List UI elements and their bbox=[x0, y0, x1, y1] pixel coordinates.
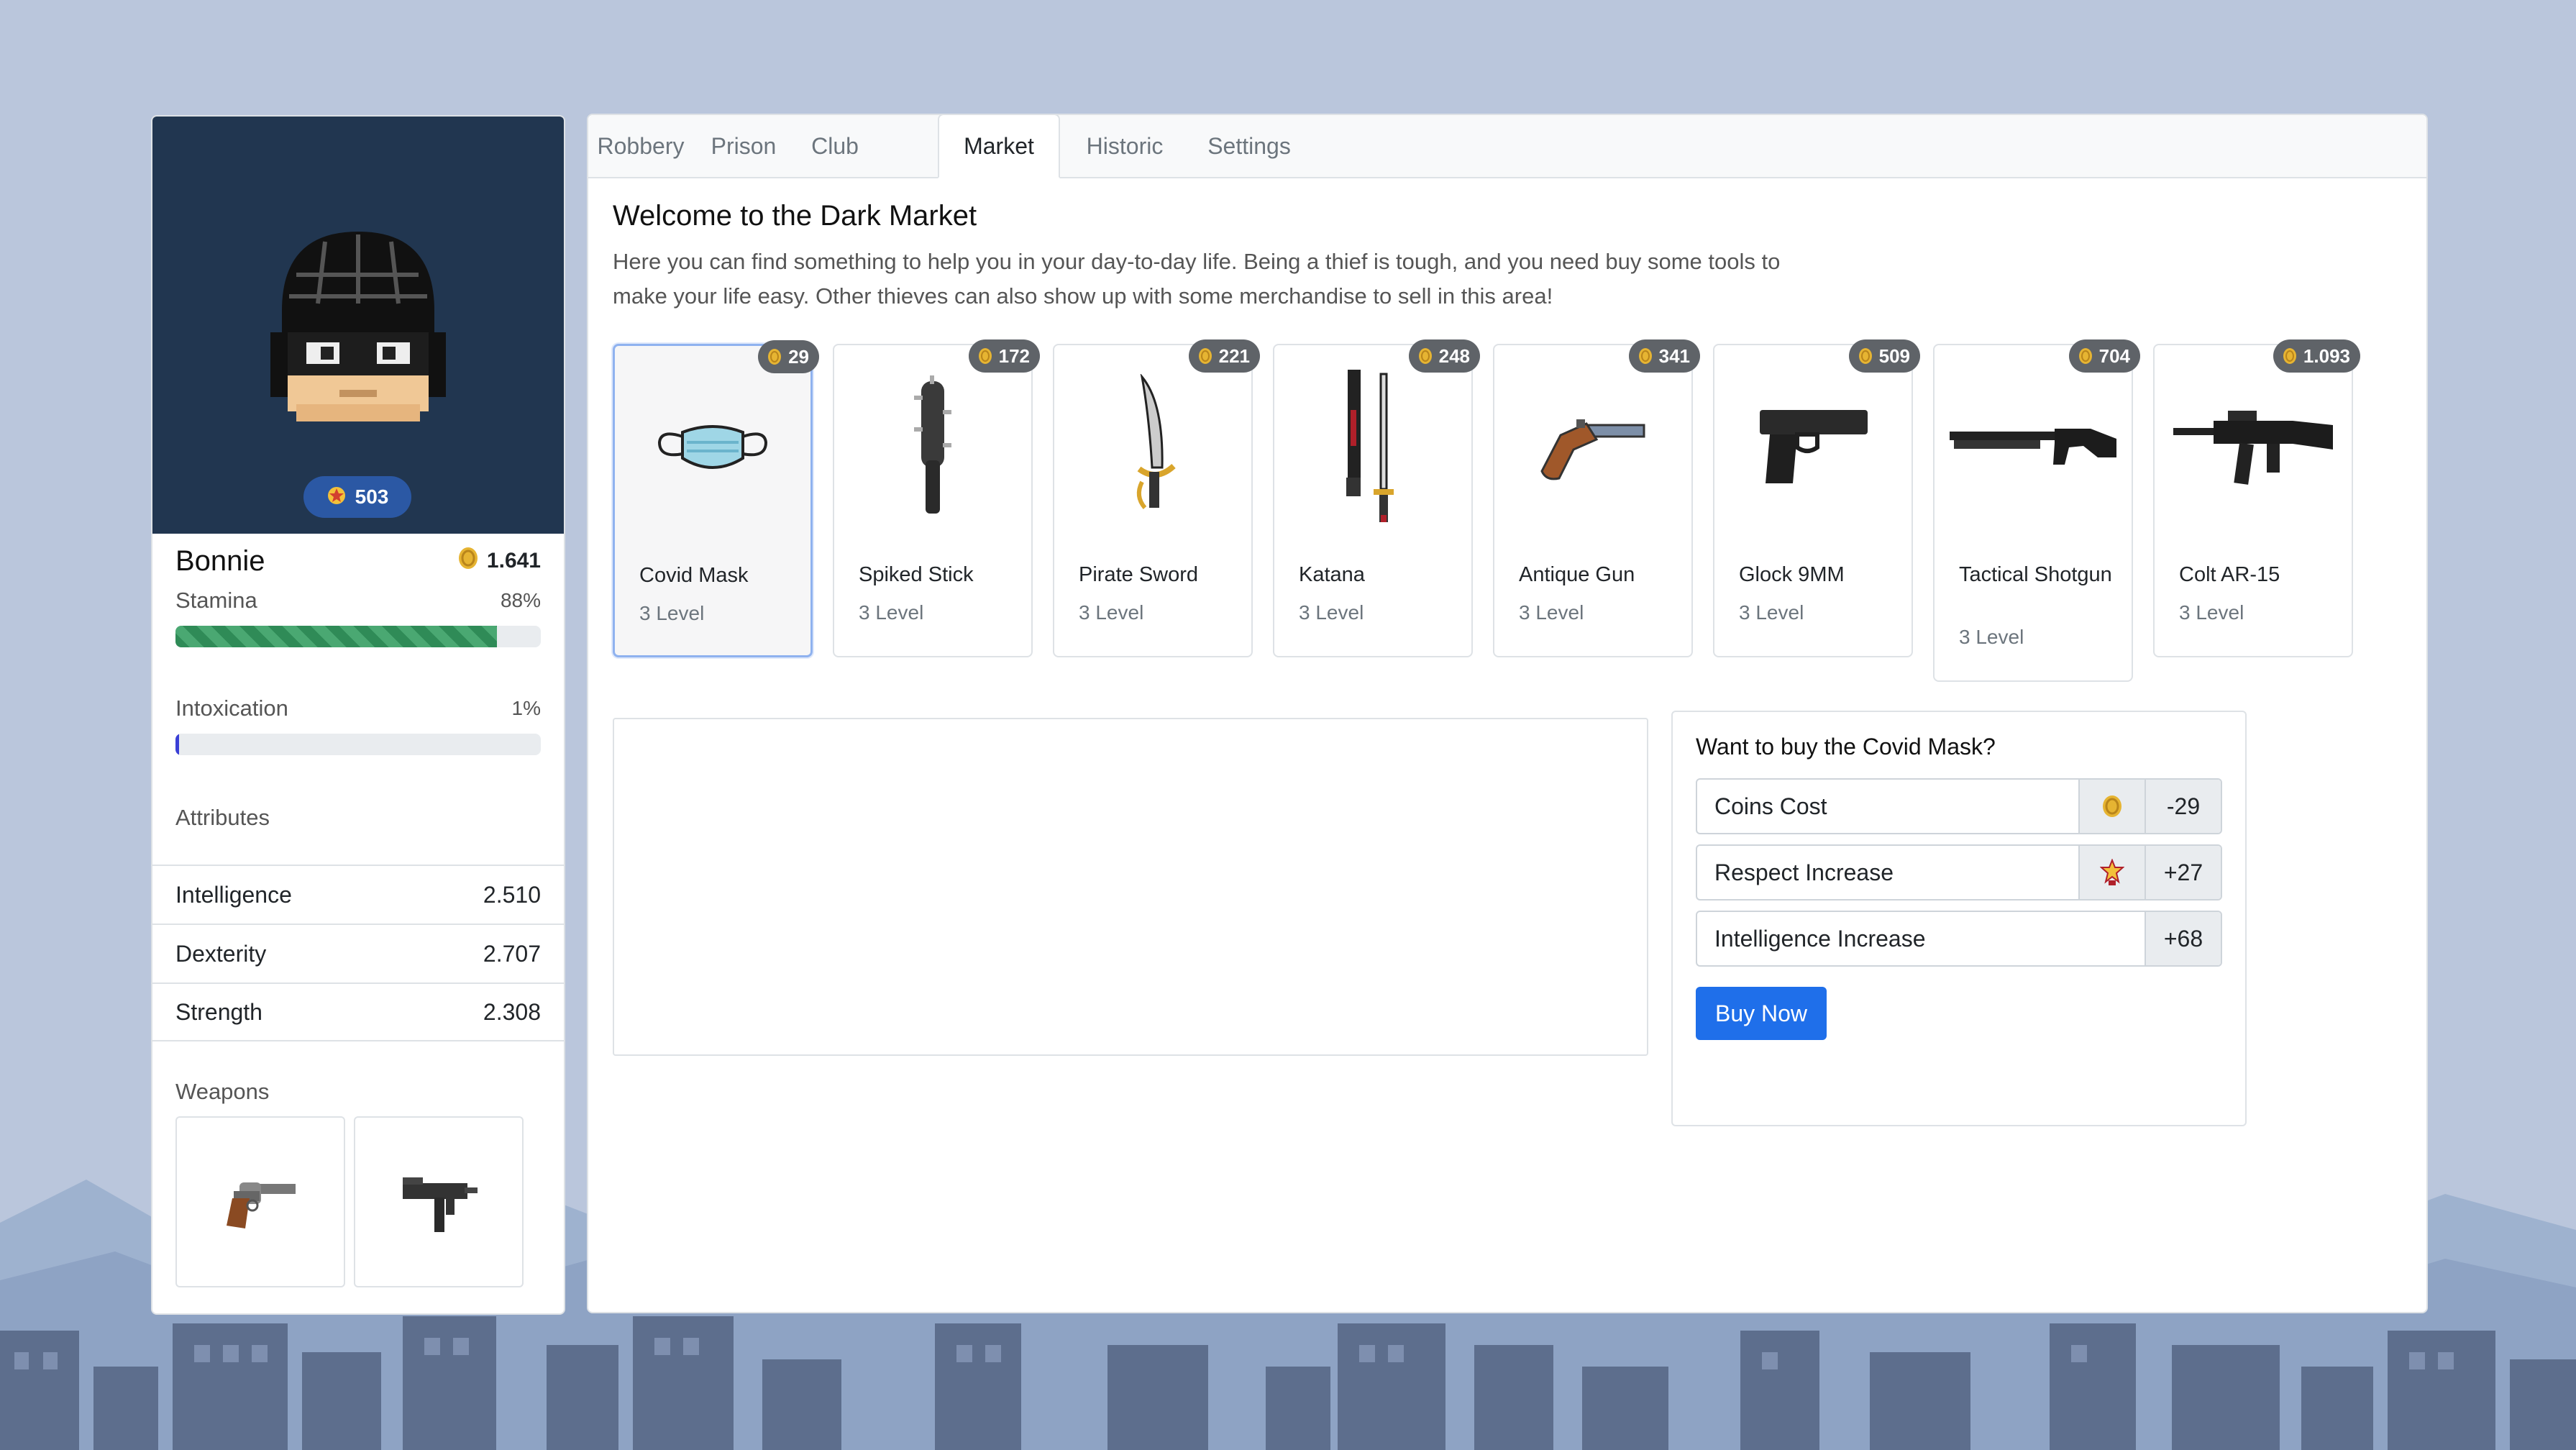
tab-prison[interactable]: Prison bbox=[693, 115, 794, 177]
rifle-icon bbox=[2173, 411, 2333, 485]
respect-increase-label: Respect Increase bbox=[1714, 859, 1894, 885]
respect-badge: 503 bbox=[303, 476, 411, 518]
item-level: 3 Level bbox=[1519, 601, 1584, 624]
coin-value: 1.641 bbox=[486, 549, 541, 573]
attribute-row-dexterity: Dexterity 2.707 bbox=[152, 924, 564, 982]
name-row: Bonnie 1.641 bbox=[175, 541, 541, 581]
attribute-row-strength: Strength 2.308 bbox=[152, 982, 564, 1041]
tab-settings[interactable]: Settings bbox=[1189, 115, 1309, 177]
attribute-value: 2.510 bbox=[483, 881, 541, 908]
star-badge-icon bbox=[2078, 846, 2145, 899]
weapons-title: Weapons bbox=[175, 1079, 270, 1104]
item-name: Tactical Shotgun bbox=[1959, 563, 2112, 586]
market-item-covid-mask[interactable]: 29 Covid Mask 3 Level bbox=[613, 340, 819, 657]
item-art bbox=[615, 360, 810, 533]
buy-confirmation-panel: Want to buy the Covid Mask? Coins Cost -… bbox=[1671, 711, 2247, 1126]
antique-gun-icon bbox=[1540, 419, 1645, 480]
item-art bbox=[1274, 360, 1471, 532]
intoxication-bar bbox=[175, 734, 541, 755]
item-level: 3 Level bbox=[2179, 601, 2244, 624]
market-description: Here you can find something to help you … bbox=[613, 249, 1781, 309]
attribute-label: Intelligence bbox=[175, 881, 292, 908]
stamina-bar-fill bbox=[175, 626, 498, 647]
item-name: Antique Gun bbox=[1519, 563, 1635, 586]
main-panel: Robbery Prison Club Market Historic Sett… bbox=[587, 114, 2428, 1313]
market-item-colt-ar15[interactable]: 1.093 Colt AR-15 3 Level bbox=[2153, 339, 2360, 657]
attribute-value: 2.707 bbox=[483, 940, 541, 967]
buy-title: Want to buy the Covid Mask? bbox=[1696, 734, 1996, 760]
intelligence-increase-group: Intelligence Increase +68 bbox=[1696, 911, 2222, 967]
buy-now-button[interactable]: Buy Now bbox=[1696, 987, 1827, 1040]
market-detail-placeholder bbox=[613, 718, 1648, 1056]
star-badge-icon bbox=[326, 484, 347, 511]
item-art bbox=[1714, 360, 1912, 532]
katana-icon bbox=[1346, 370, 1394, 522]
item-level: 3 Level bbox=[859, 601, 924, 624]
intoxication-label: Intoxication bbox=[175, 696, 288, 721]
respect-increase-group: Respect Increase +27 bbox=[1696, 844, 2222, 900]
intoxication-percent: 1% bbox=[511, 697, 541, 719]
item-name: Pirate Sword bbox=[1079, 563, 1199, 586]
market-item-pirate-sword[interactable]: 221 Pirate Sword 3 Level bbox=[1053, 339, 1260, 657]
attribute-label: Dexterity bbox=[175, 940, 267, 967]
tab-market[interactable]: Market bbox=[938, 114, 1060, 178]
item-level: 3 Level bbox=[1299, 601, 1364, 624]
shotgun-icon bbox=[1950, 429, 2116, 465]
coin-balance: 1.641 bbox=[457, 546, 541, 576]
item-level: 3 Level bbox=[1079, 601, 1144, 624]
revolver-icon bbox=[227, 1182, 296, 1228]
attributes-title: Attributes bbox=[175, 805, 270, 830]
stamina-percent: 88% bbox=[500, 589, 541, 611]
spiked-stick-icon bbox=[914, 375, 951, 514]
respect-value: 503 bbox=[355, 485, 389, 508]
attribute-value: 2.308 bbox=[483, 998, 541, 1025]
tab-historic[interactable]: Historic bbox=[1060, 115, 1189, 177]
coins-cost-label: Coins Cost bbox=[1714, 793, 1827, 819]
item-name: Katana bbox=[1299, 563, 1365, 586]
coins-cost-group: Coins Cost -29 bbox=[1696, 778, 2222, 834]
market-item-spiked-stick[interactable]: 172 Spiked Stick 3 Level bbox=[833, 339, 1040, 657]
item-name: Glock 9MM bbox=[1739, 563, 1845, 586]
thief-avatar bbox=[270, 232, 446, 421]
coin-icon bbox=[2078, 780, 2145, 833]
intoxication-bar-fill bbox=[175, 734, 180, 755]
player-profile-card: 503 Bonnie 1.641 Stamina 88% Intoxicatio… bbox=[151, 115, 565, 1315]
item-art bbox=[1935, 360, 2132, 532]
pirate-sword-icon bbox=[1136, 374, 1176, 509]
weapon-slot-uzi[interactable] bbox=[354, 1116, 524, 1287]
avatar-panel: 503 bbox=[152, 117, 564, 534]
intelligence-increase-value: +68 bbox=[2145, 912, 2221, 965]
tab-bar: Robbery Prison Club Market Historic Sett… bbox=[588, 114, 2426, 178]
tab-club[interactable]: Club bbox=[794, 115, 876, 177]
item-art bbox=[834, 360, 1031, 532]
item-level: 3 Level bbox=[1739, 601, 1804, 624]
respect-increase-value: +27 bbox=[2145, 846, 2221, 899]
market-item-glock[interactable]: 509 Glock 9MM 3 Level bbox=[1713, 339, 1920, 657]
item-art bbox=[2155, 360, 2352, 532]
item-art bbox=[1494, 360, 1691, 532]
item-name: Covid Mask bbox=[639, 564, 749, 587]
tab-robbery[interactable]: Robbery bbox=[588, 115, 693, 177]
item-art bbox=[1054, 360, 1251, 532]
player-name: Bonnie bbox=[175, 544, 265, 577]
item-name: Colt AR-15 bbox=[2179, 563, 2280, 586]
coin-icon bbox=[457, 546, 480, 576]
item-name: Spiked Stick bbox=[859, 563, 974, 586]
market-item-antique-gun[interactable]: 341 Antique Gun 3 Level bbox=[1493, 339, 1700, 657]
weapon-slot-revolver[interactable] bbox=[175, 1116, 345, 1287]
attribute-row-intelligence: Intelligence 2.510 bbox=[152, 865, 564, 924]
glock-icon bbox=[1760, 410, 1868, 483]
market-title: Welcome to the Dark Market bbox=[613, 200, 977, 232]
item-level: 3 Level bbox=[639, 602, 705, 624]
market-item-katana[interactable]: 248 Katana 3 Level bbox=[1273, 339, 1480, 657]
item-level: 3 Level bbox=[1959, 626, 2024, 648]
covid-mask-icon bbox=[657, 425, 768, 469]
attribute-label: Strength bbox=[175, 998, 262, 1025]
market-item-tactical-shotgun[interactable]: 704 Tactical Shotgun 3 Level bbox=[1933, 339, 2140, 682]
coins-cost-value: -29 bbox=[2145, 780, 2221, 833]
stamina-bar bbox=[175, 626, 541, 647]
intelligence-increase-label: Intelligence Increase bbox=[1714, 925, 1926, 952]
uzi-icon bbox=[403, 1177, 478, 1232]
stamina-label: Stamina bbox=[175, 588, 257, 613]
